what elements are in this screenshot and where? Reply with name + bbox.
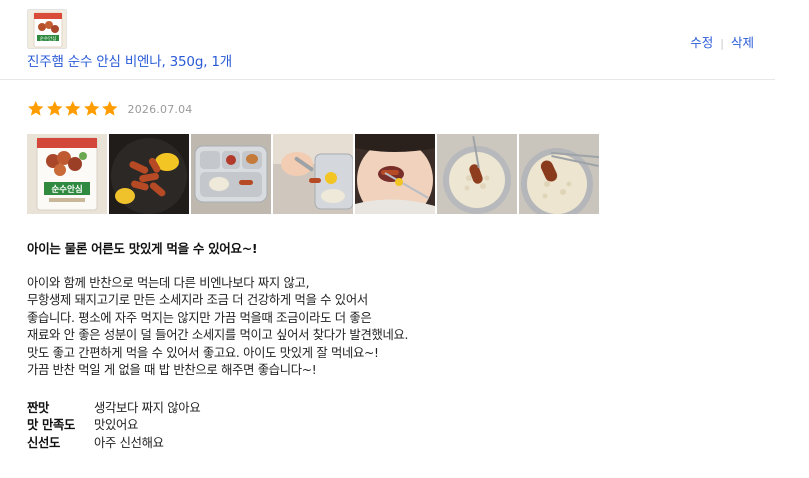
star-icon	[28, 101, 44, 116]
review-date: 2026.07.04	[127, 102, 193, 116]
product-header: 순수안심 진주햄 순수 안심 비엔나, 350g, 1개 수정 | 삭제	[0, 0, 775, 80]
star-icon	[83, 101, 99, 116]
review-photo-picking-sausage[interactable]	[273, 134, 353, 214]
review-photo-rice-bowl-close[interactable]	[519, 134, 599, 214]
star-icon	[46, 101, 62, 116]
review-photo-eating[interactable]	[355, 134, 435, 214]
review-photo-frying-pan[interactable]	[109, 134, 189, 214]
review-photo-strip: 순수안심	[27, 134, 599, 214]
edit-button[interactable]: 수정	[690, 35, 713, 50]
review-body-line: 무항생제 돼지고기로 만든 소세지라 조금 더 건강하게 먹을 수 있어서	[27, 293, 368, 308]
review-actions: 수정 | 삭제	[690, 32, 754, 51]
attribute-key: 맛 만족도	[27, 418, 76, 433]
attribute-value: 아주 신선해요	[94, 435, 164, 450]
review-photo-package[interactable]: 순수안심	[27, 134, 107, 214]
review-body-line: 아이와 함께 반찬으로 먹는데 다른 비엔나보다 짜지 않고,	[27, 276, 310, 290]
product-name-link[interactable]: 진주햄 순수 안심 비엔나, 350g, 1개	[27, 50, 232, 70]
review-body-line: 재료와 안 좋은 성분이 덜 들어간 소세지를 먹이고 싶어서 찾다가 발견했네…	[27, 328, 409, 343]
attribute-row: 짠맛 생각보다 짜지 않아요	[27, 398, 201, 416]
package-label: 순수안심	[51, 184, 82, 195]
rating-row: 2026.07.04	[27, 99, 192, 119]
review-body-line: 좋습니다. 평소에 자주 먹지는 않지만 가끔 먹을때 조금이라도 더 좋은	[27, 310, 372, 325]
product-thumbnail[interactable]: 순수안심	[27, 9, 67, 49]
review-photo-food-tray[interactable]	[191, 134, 271, 214]
delete-button[interactable]: 삭제	[731, 35, 754, 50]
thumbnail-label: 순수안심	[40, 35, 57, 42]
review-headline: 아이는 물론 어른도 맛있게 먹을 수 있어요~!	[27, 241, 258, 256]
attribute-value: 생각보다 짜지 않아요	[94, 400, 201, 415]
review-body-line: 맛도 좋고 간편하게 먹을 수 있어서 좋고요. 아이도 맛있게 잘 먹네요~!	[27, 345, 379, 360]
action-divider: |	[720, 37, 724, 50]
attribute-key: 짠맛	[27, 400, 50, 415]
attribute-value: 맛있어요	[94, 418, 139, 433]
review-body-line: 가끔 반찬 먹일 게 없을 때 밥 반찬으로 해주면 좋습니다~!	[27, 363, 317, 378]
attribute-row: 맛 만족도 맛있어요	[27, 416, 200, 434]
review-attributes: 짠맛 생각보다 짜지 않아요맛 만족도 맛있어요신선도 아주 신선해요	[27, 398, 201, 451]
star-icon	[65, 101, 81, 116]
attribute-row: 신선도 아주 신선해요	[27, 433, 200, 451]
attribute-key: 신선도	[27, 435, 61, 450]
review-body: 아이와 함께 반찬으로 먹는데 다른 비엔나보다 짜지 않고, 무항생제 돼지고기…	[27, 275, 408, 379]
review-photo-rice-bowl[interactable]	[437, 134, 517, 214]
star-icon	[102, 101, 118, 116]
star-rating	[27, 100, 119, 118]
